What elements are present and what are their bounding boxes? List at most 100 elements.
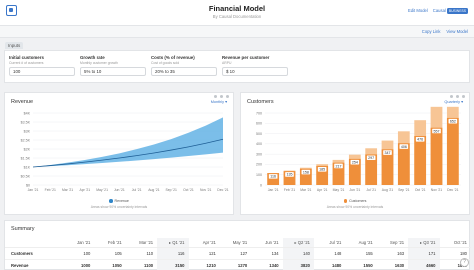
summary-table: Jan '21 Feb '21 Mar '21 ▸ Q1 '21 Apr '21 May … (5, 238, 471, 270)
data-label: 557 (434, 129, 440, 133)
column-header: Apr '21 (188, 238, 220, 248)
table-cell: 1340 (251, 259, 283, 270)
x-tick-label: Apr '21 (79, 188, 90, 192)
table-cell: 3150 (157, 259, 189, 270)
revenue-per-customer-field[interactable]: $ 10 (222, 67, 288, 76)
table-cell: 1480 (314, 259, 346, 270)
customers-bar (430, 127, 443, 185)
x-tick-label: May '21 (333, 188, 345, 192)
revenue-legend-label: Revenue (114, 199, 129, 203)
table-cell: 1050 (94, 259, 126, 270)
input-description: Current # of customers (9, 61, 44, 65)
input-label: Costs (% of revenue) (151, 55, 195, 60)
column-header[interactable]: ▸ Q1 '21 (157, 238, 189, 248)
table-cell: 171 (408, 247, 440, 260)
x-tick-label: Jan '21 (28, 188, 39, 192)
column-header: Aug '21 (345, 238, 377, 248)
customers-chart-note: Areas show 90% uncertainty intervals (326, 205, 384, 209)
input-growth-rate: Growth rate Monthly customer growth 5% t… (80, 55, 146, 76)
brand-label: Causal (432, 8, 446, 13)
data-label: 406 (401, 145, 407, 149)
table-cell: 100 (63, 247, 95, 260)
inputs-tab[interactable]: Inputs (5, 42, 24, 49)
x-tick-label: Feb '21 (45, 188, 56, 192)
y-tick-label: $0 (26, 183, 30, 187)
x-tick-label: Oct '21 (415, 188, 426, 192)
column-header: Feb '21 (94, 238, 126, 248)
column-header[interactable]: ▸ Q3 '21 (408, 238, 440, 248)
table-cell: 110 (125, 247, 158, 260)
y-tick-label: $4K (24, 111, 31, 115)
data-label: 185 (319, 168, 325, 172)
table-row: Customers 100 105 110 116 121 127 134 140 148 155 1… (5, 247, 471, 260)
column-header: Jul '21 (314, 238, 346, 248)
customers-bar (397, 143, 410, 185)
input-description: ARPU (222, 61, 232, 65)
view-model-button[interactable]: View Model (446, 29, 468, 34)
header-spacer (5, 238, 63, 248)
revenue-chart-note: Areas show 90% uncertainty intervals (90, 205, 148, 209)
data-label: 254 (352, 160, 358, 164)
top-bar: Financial Model By Causal Documentation … (0, 0, 474, 26)
customers-bar (414, 136, 427, 185)
x-tick-label: Jun '21 (349, 188, 360, 192)
x-tick-label: Jul '21 (132, 188, 142, 192)
revenue-legend: Revenue (5, 199, 233, 203)
table-cell: 163 (376, 247, 409, 260)
x-tick-label: Feb '21 (284, 188, 295, 192)
data-label: 297 (368, 156, 374, 160)
input-description: Monthly customer growth (80, 61, 118, 65)
x-tick-label: Oct '21 (183, 188, 194, 192)
input-label: Growth rate (80, 55, 105, 60)
table-cell: 127 (219, 247, 252, 260)
data-label: 217 (336, 164, 342, 168)
inputs-panel: Initial customers Current # of customers… (4, 50, 470, 83)
table-cell: 1270 (219, 259, 252, 270)
customers-legend-label: Customers (349, 199, 367, 203)
table-cell: 1000 (63, 259, 95, 270)
x-tick-label: Dec '21 (447, 188, 459, 192)
costs-field[interactable]: 20% to 35 (151, 67, 217, 76)
y-tick-label: 0 (260, 183, 262, 187)
causal-brand-link[interactable]: Causal BUSINESS (432, 8, 468, 14)
y-tick-label: $3K (24, 129, 31, 133)
customers-bar (446, 117, 459, 185)
table-cell: 140 (282, 247, 314, 260)
table-cell: 155 (345, 247, 377, 260)
y-tick-label: $0.5K (21, 174, 31, 178)
revenue-chart: $0 $0.5K $1K $1.5K $2K $2.5K $3K $3.5K $4K Jan '2… (21, 111, 229, 192)
copy-link-button[interactable]: Copy Link (422, 29, 441, 34)
page-subtitle[interactable]: By Causal Documentation (0, 14, 474, 19)
help-icon[interactable]: ? (460, 258, 469, 267)
growth-rate-field[interactable]: 5% to 10 (80, 67, 146, 76)
column-header: Oct '21 (439, 238, 471, 248)
x-tick-label: Jun '21 (114, 188, 125, 192)
x-tick-label: Aug '21 (382, 188, 394, 192)
table-cell: 121 (188, 247, 220, 260)
table-cell: 1210 (188, 259, 220, 270)
initial-customers-field[interactable]: 100 (9, 67, 75, 76)
y-tick-label: 100 (256, 173, 262, 177)
x-tick-label: Dec '21 (217, 188, 229, 192)
y-tick-label: 300 (256, 152, 262, 156)
column-header: Mar '21 (125, 238, 158, 248)
y-tick-label: $2.5K (21, 138, 31, 142)
row-label: Customers (5, 247, 63, 260)
row-label: Revenue (5, 259, 63, 270)
table-cell: 1100 (125, 259, 158, 270)
input-description: Cost of goods sold (151, 61, 180, 65)
customers-chart: 0 100 200 300 400 500 600 700 116 135 158 185 217 254… (256, 106, 461, 192)
column-header[interactable]: ▸ Q2 '21 (282, 238, 314, 248)
x-tick-label: Sep '21 (165, 188, 177, 192)
table-cell: 4660 (408, 259, 440, 270)
y-tick-label: $2K (24, 147, 31, 151)
input-revenue-per-customer: Revenue per customer ARPU $ 10 (222, 55, 288, 76)
edit-model-link[interactable]: Edit Model (408, 8, 428, 13)
table-cell: 1630 (376, 259, 409, 270)
x-tick-label: Jan '21 (268, 188, 279, 192)
y-tick-label: 700 (256, 111, 262, 115)
y-tick-label: 200 (256, 163, 262, 167)
table-cell: 134 (251, 247, 283, 260)
x-tick-label: Nov '21 (431, 188, 443, 192)
input-label: Initial customers (9, 55, 44, 60)
